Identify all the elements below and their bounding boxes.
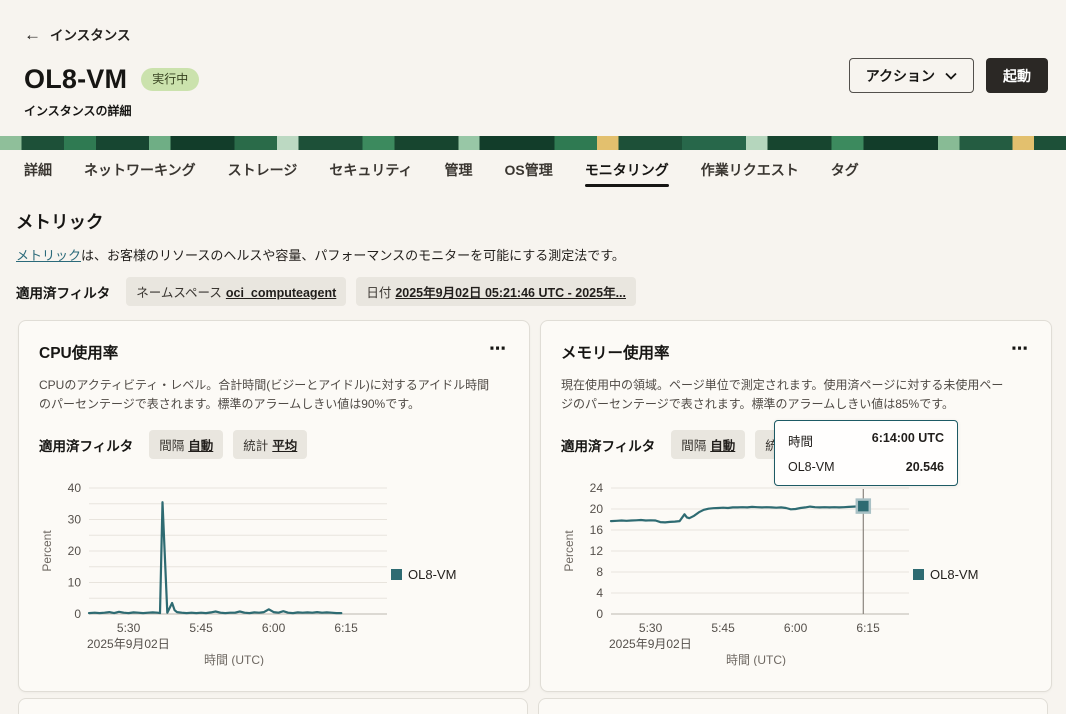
svg-text:6:00: 6:00 [784, 621, 808, 635]
svg-text:時間 (UTC): 時間 (UTC) [726, 653, 786, 666]
svg-text:6:15: 6:15 [856, 621, 880, 635]
tab-os-management[interactable]: OS管理 [505, 150, 553, 190]
svg-text:OL8-VM: OL8-VM [930, 567, 978, 582]
chip-value[interactable]: 自動 [188, 439, 213, 453]
tooltip-time-value: 6:14:00 UTC [872, 431, 944, 450]
chip-label: 間隔 [159, 439, 184, 453]
svg-text:8: 8 [596, 565, 603, 579]
tab-management[interactable]: 管理 [445, 150, 473, 190]
svg-text:2025年9月02日: 2025年9月02日 [87, 637, 170, 651]
status-badge: 実行中 [141, 68, 199, 90]
tooltip-series-value: 20.546 [906, 460, 944, 474]
svg-text:16: 16 [590, 523, 604, 537]
overflow-menu-icon[interactable]: ⋯ [483, 335, 513, 363]
svg-text:Percent: Percent [40, 530, 54, 572]
cpu-card-description: CPUのアクティビティ・レベル。合計時間(ビジーとアイドル)に対するアイドル時間… [39, 376, 491, 413]
svg-text:24: 24 [590, 481, 604, 495]
applied-filters-row: 適用済フィルタ ネームスペース oci_computeagent 日付 2025年9… [16, 277, 1048, 306]
filter-chip-namespace[interactable]: ネームスペース oci_computeagent [126, 277, 346, 306]
cpu-usage-chart[interactable]: 0 10 20 30 40 5:30 5:45 6:00 6:15 2025年9月02日時間 (U… [39, 478, 509, 666]
detail-tabs: 詳細 ネットワーキング ストレージ セキュリティ 管理 OS管理 モニタリング … [0, 150, 1066, 190]
tab-monitoring[interactable]: モニタリング [585, 150, 669, 190]
svg-text:5:30: 5:30 [639, 621, 663, 635]
svg-text:6:00: 6:00 [262, 621, 286, 635]
applied-filters-label: 適用済フィルタ [16, 282, 110, 302]
svg-text:2025年9月02日: 2025年9月02日 [609, 637, 692, 651]
svg-text:Percent: Percent [562, 530, 576, 572]
chip-value[interactable]: 2025年9月02日 05:21:46 UTC - 2025年... [395, 286, 626, 300]
memory-usage-chart[interactable]: 0 4 8 12 16 20 24 5:30 5:45 6:00 6:15 2025年9月02日時間 … [561, 478, 1031, 666]
launch-button[interactable]: 起動 [986, 58, 1048, 93]
svg-text:30: 30 [68, 513, 82, 527]
svg-text:12: 12 [590, 544, 604, 558]
chip-value[interactable]: 平均 [272, 439, 297, 453]
memory-usage-card: メモリー使用率 ⋯ 現在使用中の領域。ページ単位で測定されます。使用済ページに対… [540, 320, 1052, 692]
svg-text:5:45: 5:45 [189, 621, 213, 635]
next-card-stub [18, 698, 528, 714]
back-link[interactable]: ← インスタンス [24, 24, 130, 44]
chip-label: 統計 [243, 439, 268, 453]
metrics-heading: メトリック [16, 209, 1048, 234]
svg-text:10: 10 [68, 576, 82, 590]
filter-chip-date[interactable]: 日付 2025年9月02日 05:21:46 UTC - 2025年... [356, 277, 636, 306]
cpu-usage-card: CPU使用率 ⋯ CPUのアクティビティ・レベル。合計時間(ビジーとアイドル)に… [18, 320, 530, 692]
memory-card-description: 現在使用中の領域。ページ単位で測定されます。使用済ページに対する未使用ページのパ… [561, 376, 1013, 413]
tab-tags[interactable]: タグ [831, 150, 859, 190]
chip-value[interactable]: 自動 [710, 439, 735, 453]
svg-text:0: 0 [596, 607, 603, 621]
memory-card-title: メモリー使用率 [561, 341, 1031, 363]
chip-label: 日付 [366, 286, 391, 300]
svg-text:時間 (UTC): 時間 (UTC) [204, 653, 264, 666]
back-arrow-icon: ← [24, 26, 41, 43]
tab-security[interactable]: セキュリティ [329, 150, 412, 190]
statistic-chip[interactable]: 統計平均 [233, 430, 307, 459]
svg-text:20: 20 [68, 544, 82, 558]
svg-text:20: 20 [590, 502, 604, 516]
svg-text:5:45: 5:45 [711, 621, 735, 635]
tooltip-time-label: 時間 [788, 431, 813, 450]
tab-details[interactable]: 詳細 [24, 150, 52, 190]
page-header: ← インスタンス OL8-VM 実行中 インスタンスの詳細 アクション 起動 [0, 0, 1066, 119]
page-subtitle: インスタンスの詳細 [24, 102, 1048, 119]
chip-label: ネームスペース [136, 286, 222, 300]
svg-text:4: 4 [596, 586, 603, 600]
tab-networking[interactable]: ネットワーキング [84, 150, 196, 190]
svg-text:40: 40 [68, 481, 82, 495]
svg-text:6:15: 6:15 [334, 621, 358, 635]
tooltip-series-label: OL8-VM [788, 460, 835, 474]
metrics-intro: メトリックは、お客様のリソースのヘルスや容量、パフォーマンスのモニターを可能にす… [16, 245, 1048, 264]
page-title: OL8-VM [24, 64, 127, 95]
back-link-label: インスタンス [50, 24, 130, 44]
card-filters-label: 適用済フィルタ [39, 435, 133, 455]
actions-button[interactable]: アクション [849, 58, 974, 93]
actions-button-label: アクション [866, 66, 935, 86]
tab-storage[interactable]: ストレージ [228, 150, 298, 190]
interval-chip[interactable]: 間隔自動 [149, 430, 223, 459]
card-filters-label: 適用済フィルタ [561, 435, 655, 455]
tab-work-requests[interactable]: 作業リクエスト [701, 150, 799, 190]
svg-text:OL8-VM: OL8-VM [408, 567, 456, 582]
overflow-menu-icon[interactable]: ⋯ [1005, 335, 1035, 363]
svg-text:5:30: 5:30 [117, 621, 141, 635]
decorative-banner [0, 136, 1066, 150]
metrics-intro-text: は、お客様のリソースのヘルスや容量、パフォーマンスのモニターを可能にする測定法で… [81, 248, 625, 263]
metrics-doc-link[interactable]: メトリック [16, 248, 81, 263]
cpu-card-title: CPU使用率 [39, 341, 509, 363]
next-card-stub [538, 698, 1048, 714]
metrics-section: メトリック メトリックは、お客様のリソースのヘルスや容量、パフォーマンスのモニタ… [0, 209, 1066, 714]
chip-label: 間隔 [681, 439, 706, 453]
interval-chip[interactable]: 間隔自動 [671, 430, 745, 459]
chevron-down-icon [945, 72, 957, 80]
chart-tooltip: 時間 6:14:00 UTC OL8-VM 20.546 [774, 420, 958, 486]
chip-value[interactable]: oci_computeagent [226, 286, 336, 300]
svg-text:0: 0 [74, 607, 81, 621]
